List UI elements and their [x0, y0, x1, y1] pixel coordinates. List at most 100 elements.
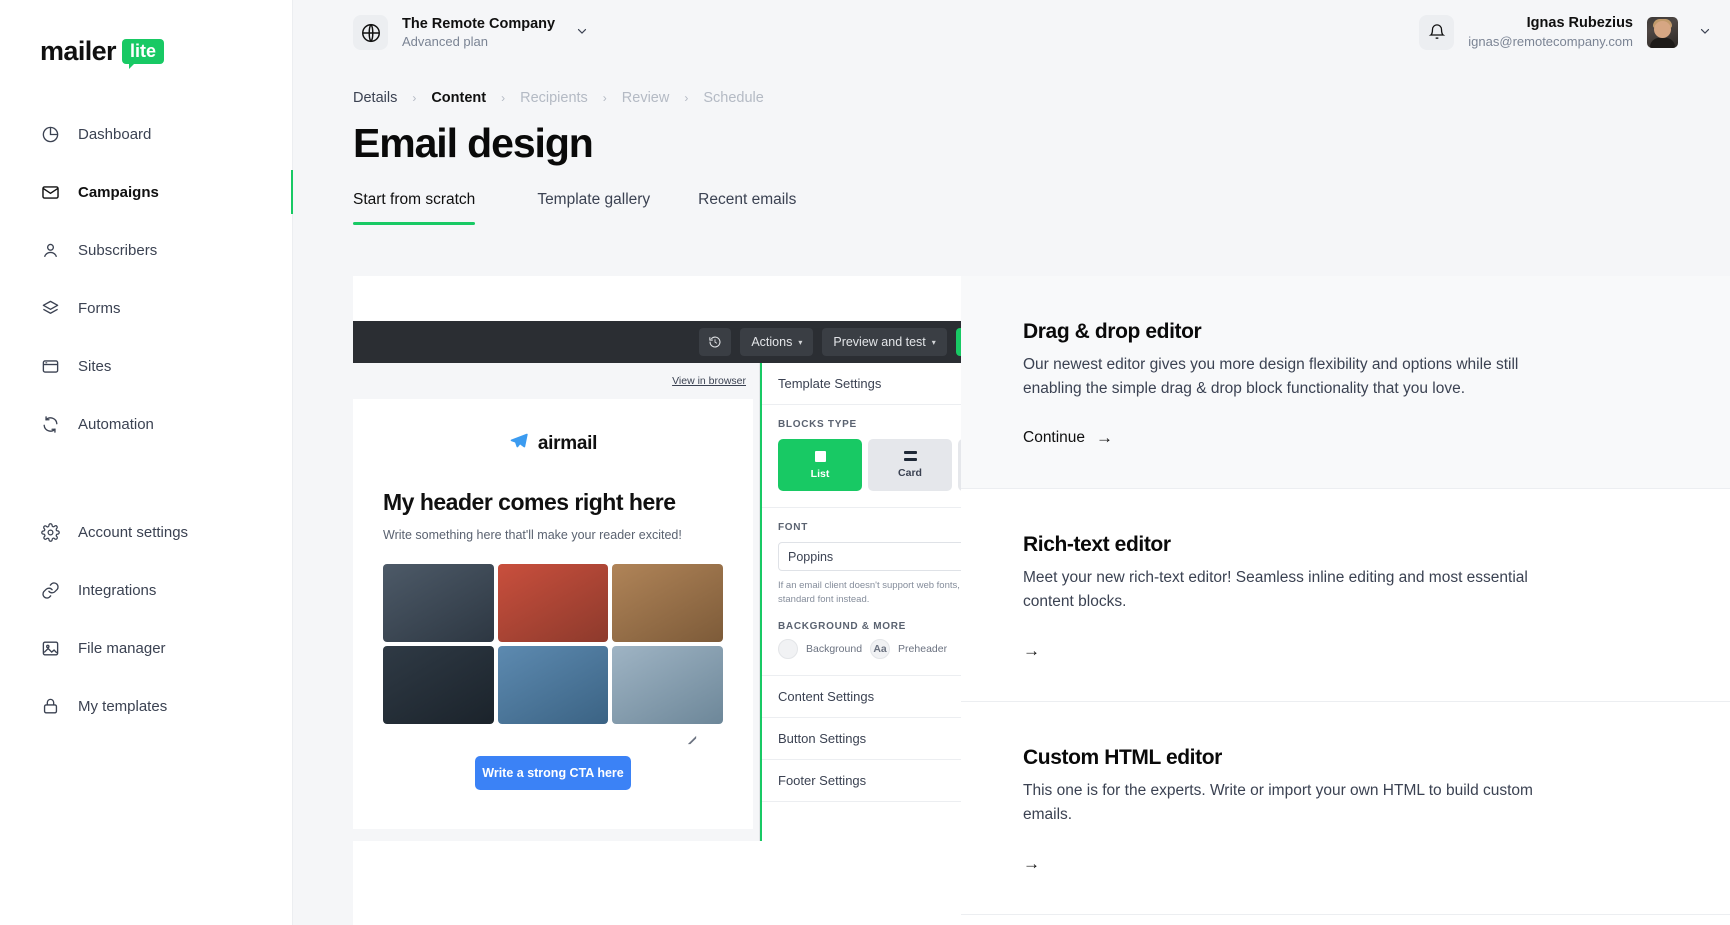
arrow-right-icon: →: [1023, 854, 1040, 874]
logo-text: mailer: [40, 36, 117, 66]
sidebar-item-sites[interactable]: Sites: [0, 344, 293, 388]
option-drag-and-drop-editor[interactable]: Drag & drop editor Our newest editor giv…: [961, 276, 1730, 490]
editor-preview-pane: Actions ▾ Preview and test ▾ Done editin…: [353, 276, 961, 925]
account-switcher[interactable]: The Remote Company Advanced plan: [353, 15, 589, 50]
avatar[interactable]: [1647, 16, 1678, 48]
browser-icon: [41, 357, 60, 376]
mock-toolbar: Actions ▾ Preview and test ▾ Done editin…: [353, 321, 961, 363]
mock-body: View in browser airmail My header comes …: [353, 363, 961, 841]
sidebar-item-file-manager[interactable]: File manager: [0, 626, 293, 670]
sidebar-item-forms[interactable]: Forms: [0, 286, 293, 330]
blocks-type-section: BLOCKS TYPE List Card: [762, 405, 961, 508]
blocks-type-options: List Card Full width: [778, 439, 961, 491]
sidebar-item-label: Subscribers: [78, 241, 158, 259]
topbar-right: Ignas Rubezius ignas@remotecompany.com: [1419, 14, 1712, 51]
sidebar-item-subscribers[interactable]: Subscribers: [0, 228, 293, 272]
breadcrumb-separator: ›: [684, 91, 689, 105]
breadcrumb-step-recipients[interactable]: Recipients: [520, 90, 588, 106]
blocks-type-label: BLOCKS TYPE: [778, 419, 857, 430]
chevron-down-icon[interactable]: [575, 24, 589, 41]
account-text: The Remote Company Advanced plan: [402, 15, 555, 50]
sidebar-item-label: Campaigns: [78, 183, 159, 201]
editor-mockup: Actions ▾ Preview and test ▾ Done editin…: [353, 321, 961, 841]
view-in-browser-wrap: View in browser: [353, 363, 759, 389]
preview-label: Preview and test: [833, 335, 926, 349]
sidebar-item-label: File manager: [78, 639, 166, 657]
arrow-right-icon: →: [1023, 641, 1040, 661]
app-root: mailer lite Dashboard Campaigns Subscrib…: [0, 0, 1730, 925]
gear-icon: [41, 522, 60, 542]
breadcrumb-separator: ›: [501, 91, 506, 105]
tab-start-from-scratch[interactable]: Start from scratch: [353, 191, 513, 225]
view-in-browser-link[interactable]: View in browser: [672, 375, 746, 387]
editor-options-list: Drag & drop editor Our newest editor giv…: [961, 276, 1730, 925]
chevron-down-icon: ▾: [931, 337, 936, 347]
sidebar-item-label: My templates: [78, 697, 168, 715]
sidebar-item-campaigns[interactable]: Campaigns: [0, 170, 294, 214]
sidebar-item-automation[interactable]: Automation: [0, 402, 293, 446]
sidebar-item-dashboard[interactable]: Dashboard: [0, 112, 293, 156]
resize-handle-icon[interactable]: [687, 735, 697, 745]
tab-bar: Start from scratch Template gallery Rece…: [293, 191, 1730, 225]
collage-image: [497, 564, 609, 642]
email-cta-button[interactable]: Write a strong CTA here: [475, 756, 631, 790]
custom-html-arrow-link[interactable]: →: [1023, 854, 1040, 874]
preview-and-test-button[interactable]: Preview and test ▾: [822, 328, 947, 356]
main-content: The Remote Company Advanced plan Ignas R…: [293, 0, 1730, 925]
lock-icon: [41, 697, 60, 716]
block-type-list[interactable]: List: [778, 439, 862, 491]
sidebar-item-my-templates[interactable]: My templates: [0, 684, 293, 728]
logo[interactable]: mailer lite: [40, 36, 164, 69]
breadcrumb-step-details[interactable]: Details: [353, 90, 397, 106]
sidebar-item-account-settings[interactable]: Account settings: [0, 510, 293, 554]
block-type-card[interactable]: Card: [868, 439, 952, 491]
block-type-full-width[interactable]: Full width: [958, 439, 961, 491]
background-color-swatch[interactable]: [778, 638, 798, 659]
email-logo-text: airmail: [537, 432, 598, 454]
email-image-collage: [383, 564, 723, 724]
sidebar-nav: Dashboard Campaigns Subscribers Forms Si…: [0, 112, 294, 742]
content-settings-row[interactable]: Content Settings: [762, 676, 961, 718]
envelope-icon: [41, 183, 60, 202]
footer-settings-row[interactable]: Footer Settings: [762, 760, 961, 802]
sidebar-item-label: Sites: [78, 357, 112, 375]
sidebar-item-integrations[interactable]: Integrations: [0, 568, 293, 612]
sidebar-item-label: Automation: [78, 415, 154, 433]
user-menu-chevron-down-icon[interactable]: [1698, 24, 1712, 41]
refresh-icon: [41, 415, 60, 434]
user-name: Ignas Rubezius: [1526, 15, 1633, 32]
layers-icon: [41, 299, 60, 318]
option-rich-text-editor[interactable]: Rich-text editor Meet your new rich-text…: [961, 489, 1730, 703]
user-email: ignas@remotecompany.com: [1468, 33, 1633, 49]
tab-recent-emails[interactable]: Recent emails: [674, 191, 820, 225]
breadcrumb: Details › Content › Recipients › Review …: [293, 90, 1730, 106]
preheader-icon[interactable]: Aa: [870, 638, 891, 659]
font-select[interactable]: Poppins: [778, 542, 961, 571]
option-title: Rich-text editor: [1023, 533, 1171, 557]
breadcrumb-step-content[interactable]: Content: [431, 90, 486, 106]
bell-icon[interactable]: [1419, 14, 1455, 50]
breadcrumb-separator: ›: [412, 91, 417, 105]
background-swatch-label: Background: [806, 642, 863, 655]
done-editing-button[interactable]: Done editing: [955, 328, 961, 356]
font-value: Poppins: [788, 549, 834, 564]
breadcrumb-step-schedule[interactable]: Schedule: [703, 90, 763, 106]
continue-label: Continue: [1023, 429, 1086, 447]
button-settings-row[interactable]: Button Settings: [762, 718, 961, 760]
breadcrumb-separator: ›: [602, 91, 607, 105]
option-title: Custom HTML editor: [1023, 746, 1222, 770]
tab-template-gallery[interactable]: Template gallery: [513, 191, 674, 225]
option-description: This one is for the experts. Write or im…: [1023, 782, 1533, 824]
actions-label: Actions: [751, 335, 793, 349]
actions-button[interactable]: Actions ▾: [740, 328, 814, 356]
account-name: The Remote Company: [402, 15, 556, 32]
option-custom-html-editor[interactable]: Custom HTML editor This one is for the e…: [961, 702, 1730, 916]
user-icon: [41, 241, 60, 260]
continue-link[interactable]: Continue →: [1023, 428, 1113, 448]
rich-text-arrow-link[interactable]: →: [1023, 641, 1040, 661]
background-label: BACKGROUND & MORE: [778, 620, 907, 632]
account-plan: Advanced plan: [402, 33, 489, 49]
history-icon[interactable]: [699, 328, 732, 356]
breadcrumb-step-review[interactable]: Review: [622, 90, 670, 106]
template-settings-title[interactable]: Template Settings: [762, 363, 961, 405]
